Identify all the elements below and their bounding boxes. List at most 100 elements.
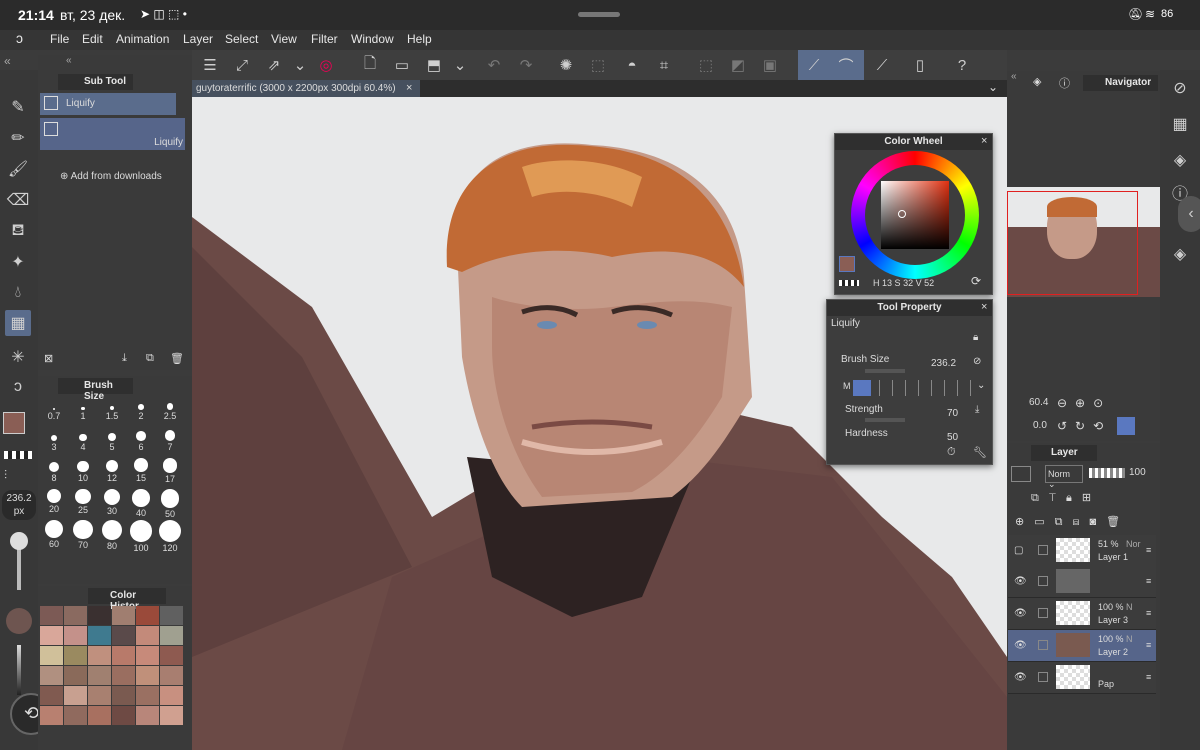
- current-color-swatch[interactable]: [839, 256, 855, 272]
- pen-icon[interactable]: ✎: [5, 94, 31, 120]
- drag-handle-icon[interactable]: ≡: [1146, 672, 1151, 682]
- history-color-swatch[interactable]: [136, 606, 159, 625]
- blend-mode-select[interactable]: Norm ⌄: [1045, 465, 1083, 489]
- chevron-down-icon[interactable]: ⌄: [977, 380, 985, 391]
- menu-view[interactable]: View: [271, 32, 297, 46]
- layer-property-icon[interactable]: ◈: [1168, 148, 1192, 172]
- history-color-swatch[interactable]: [40, 606, 63, 625]
- size-slider-thumb[interactable]: [10, 532, 28, 550]
- brush-size-option[interactable]: 1.5: [98, 396, 126, 426]
- brush-icon[interactable]: 🖌︎: [5, 156, 31, 182]
- menu-filter[interactable]: Filter: [311, 32, 338, 46]
- history-color-swatch[interactable]: [160, 686, 183, 705]
- transparent-color[interactable]: [4, 451, 32, 459]
- magic-wand-icon[interactable]: ✳: [5, 344, 31, 370]
- brush-size-option[interactable]: 2.5: [156, 396, 184, 426]
- layer-row[interactable]: 👁︎ ≡: [1008, 566, 1156, 598]
- close-icon[interactable]: ×: [981, 135, 987, 147]
- history-color-swatch[interactable]: [136, 626, 159, 645]
- collapse-icon[interactable]: «: [4, 54, 11, 68]
- panel-collapse-icon[interactable]: «: [66, 55, 72, 66]
- brush-size-option[interactable]: 5: [98, 427, 126, 457]
- menu-layer[interactable]: Layer: [183, 32, 213, 46]
- layer-checkbox[interactable]: [1038, 576, 1048, 586]
- brush-size-option[interactable]: 4: [69, 427, 97, 457]
- color-picker-cursor[interactable]: [898, 210, 906, 218]
- sub-tool-item-liquify-2[interactable]: Liquify: [40, 118, 185, 150]
- history-color-swatch[interactable]: [112, 626, 135, 645]
- history-color-swatch[interactable]: [88, 666, 111, 685]
- layer-row[interactable]: ▢ 51 % Nor Layer 1 ≡: [1008, 535, 1156, 567]
- redo-icon[interactable]: ↷: [514, 53, 538, 77]
- selection-border-icon[interactable]: ▣: [758, 53, 782, 77]
- reset-icon[interactable]: ⏱: [947, 446, 956, 459]
- layer-checkbox[interactable]: [1038, 640, 1048, 650]
- history-color-swatch[interactable]: [64, 666, 87, 685]
- drag-handle-icon[interactable]: ≡: [1146, 545, 1151, 555]
- pencil-icon[interactable]: ✏: [5, 125, 31, 151]
- layer-checkbox[interactable]: [1038, 545, 1048, 555]
- eye-icon[interactable]: ▢: [1014, 545, 1023, 556]
- brush-size-option[interactable]: 17: [156, 458, 184, 488]
- history-color-swatch[interactable]: [64, 606, 87, 625]
- brush-size-option[interactable]: 1: [69, 396, 97, 426]
- brush-size-slider[interactable]: [865, 369, 905, 373]
- menu-animation[interactable]: Animation: [116, 32, 169, 46]
- liquify-icon[interactable]: ▦: [5, 310, 31, 336]
- menu-window[interactable]: Window: [351, 32, 394, 46]
- eraser-icon[interactable]: ⌫: [5, 187, 31, 213]
- brush-size-option[interactable]: 70: [69, 520, 97, 550]
- history-color-swatch[interactable]: [112, 666, 135, 685]
- add-from-downloads-button[interactable]: ⊕ Add from downloads: [60, 171, 162, 182]
- layer-checkbox[interactable]: [1038, 672, 1048, 682]
- sub-tool-settings-icon[interactable]: ⊠: [44, 352, 53, 365]
- zoom-controls[interactable]: ⊖⊕⊙: [1057, 396, 1111, 410]
- history-color-swatch[interactable]: [40, 706, 63, 725]
- strength-slider[interactable]: [865, 418, 905, 422]
- brush-size-option[interactable]: 25: [69, 489, 97, 519]
- history-color-swatch[interactable]: [136, 646, 159, 665]
- brush-size-option[interactable]: 15: [127, 458, 155, 488]
- eye-icon[interactable]: 👁︎: [1014, 608, 1027, 619]
- layer-row[interactable]: 👁︎ 100 % N Layer 3 ≡: [1008, 598, 1156, 630]
- liquify-mode-selector[interactable]: [853, 380, 977, 396]
- smartphone-icon[interactable]: ▯: [908, 53, 932, 77]
- help-icon[interactable]: ?: [950, 53, 974, 77]
- history-color-swatch[interactable]: [40, 686, 63, 705]
- history-color-swatch[interactable]: [64, 686, 87, 705]
- invert-selection-icon[interactable]: ◩: [726, 53, 750, 77]
- trash-icon[interactable]: 🗑︎: [170, 352, 184, 365]
- brush-size-option[interactable]: 20: [40, 489, 68, 519]
- drag-handle-icon[interactable]: ≡: [1146, 640, 1151, 650]
- main-color-swatch[interactable]: [3, 412, 25, 434]
- history-color-swatch[interactable]: [88, 606, 111, 625]
- companion-icon[interactable]: ◎: [314, 53, 338, 77]
- pressure-icon[interactable]: ⊘: [973, 356, 981, 367]
- chevron-down-icon[interactable]: ⌄: [288, 53, 312, 77]
- info-icon[interactable]: ⓘ: [1059, 75, 1070, 91]
- layer-color-swatch[interactable]: [1011, 466, 1031, 482]
- layer-row[interactable]: 👁︎ Pap ≡: [1008, 662, 1156, 694]
- history-color-swatch[interactable]: [160, 606, 183, 625]
- brush-size-option[interactable]: 3: [40, 427, 68, 457]
- history-color-swatch[interactable]: [64, 626, 87, 645]
- deselect-icon[interactable]: ⬚: [694, 53, 718, 77]
- close-icon[interactable]: ×: [981, 301, 987, 313]
- layer-actions-row[interactable]: ⊕▭⧉⧈◙🗑︎: [1015, 515, 1130, 529]
- menu-select[interactable]: Select: [225, 32, 258, 46]
- duplicate-icon[interactable]: ⧉: [146, 352, 154, 365]
- eye-icon[interactable]: 👁︎: [1014, 640, 1027, 651]
- brush-size-option[interactable]: 6: [127, 427, 155, 457]
- collapse-icon[interactable]: «: [1011, 71, 1017, 82]
- history-color-swatch[interactable]: [40, 666, 63, 685]
- history-color-swatch[interactable]: [160, 666, 183, 685]
- history-color-swatch[interactable]: [88, 706, 111, 725]
- layer-tools-row[interactable]: ⧉⊤🔒︎⊞: [1031, 491, 1101, 505]
- flip-horizontal-button[interactable]: [1117, 417, 1135, 435]
- history-color-swatch[interactable]: [40, 626, 63, 645]
- stamp-icon[interactable]: ⛾: [5, 218, 31, 244]
- drag-handle-icon[interactable]: ≡: [1146, 576, 1151, 586]
- download-icon[interactable]: ⤓: [122, 352, 127, 365]
- menu-file[interactable]: File: [50, 32, 69, 46]
- brush-size-option[interactable]: 30: [98, 489, 126, 519]
